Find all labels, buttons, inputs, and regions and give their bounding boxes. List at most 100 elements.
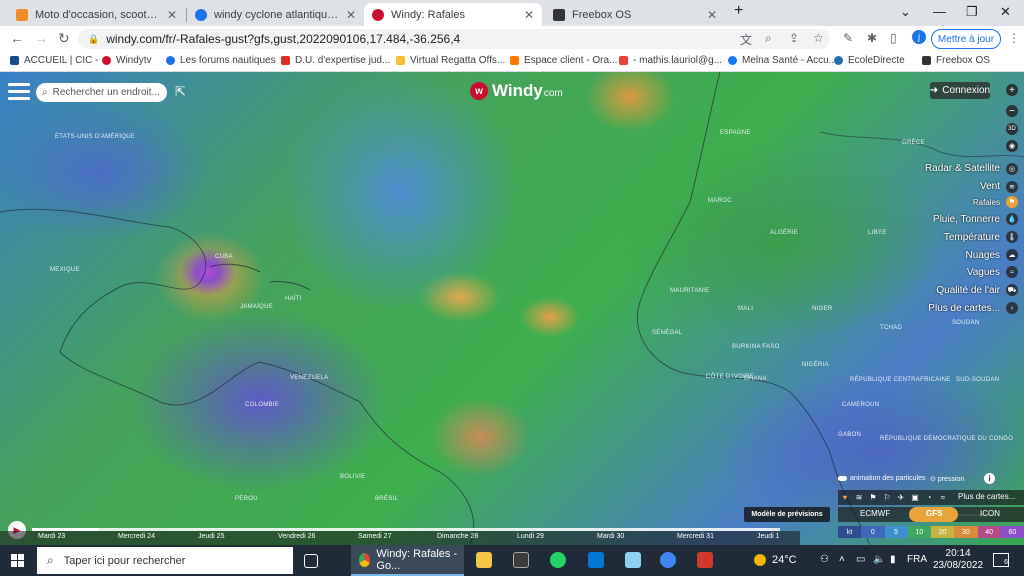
chevron-right-icon[interactable]: › [1006, 302, 1018, 314]
bookmark-windytv[interactable]: Windytv [102, 55, 152, 66]
car-icon[interactable]: ⛟ [1006, 284, 1018, 296]
thermometer-icon[interactable]: 🌡 [1006, 231, 1018, 243]
volume-muted-icon[interactable]: 🔈 [873, 554, 885, 565]
mail-icon[interactable] [588, 552, 604, 568]
timeline-day[interactable]: Samedi 27 [358, 533, 391, 540]
windy-map[interactable]: ÉTATS-UNIS D'AMÉRIQUE MEXIQUE CUBA HAÏTI… [0, 72, 1024, 545]
weather-widget[interactable]: 24°C [754, 554, 797, 566]
taskbar-search-input[interactable]: ⌕ Taper ici pour rechercher [37, 547, 293, 574]
side-panel-icon[interactable]: ▯ [890, 31, 897, 45]
task-view-icon[interactable] [304, 554, 318, 568]
zoom-out-button[interactable]: − [1006, 105, 1018, 117]
layer-wind[interactable]: Vent [980, 181, 1000, 192]
layer-radar-satellite[interactable]: Radar & Satellite [925, 163, 1000, 174]
layer-waves[interactable]: Vagues [967, 267, 1000, 278]
cloud-icon[interactable]: ☁ [1006, 249, 1018, 261]
layer-temperature[interactable]: Température [944, 232, 1000, 243]
layer-gusts[interactable]: Rafales [973, 198, 1000, 207]
restore-button[interactable]: ❐ [966, 4, 978, 20]
hamburger-menu-icon[interactable] [8, 83, 30, 101]
gust-color-scale[interactable]: kt 0 5 10 20 30 40 60 [838, 526, 1024, 538]
radio-icon[interactable]: ◔ [922, 493, 936, 502]
bookmark-freebox[interactable]: Freebox OS [922, 55, 990, 66]
taskbar-chrome-app[interactable]: Windy: Rafales - Go... [351, 545, 464, 576]
layer-more-maps[interactable]: Plus de cartes... [928, 303, 1000, 314]
keyboard-language[interactable]: FRA [907, 554, 927, 565]
new-tab-button[interactable]: + [734, 2, 743, 20]
timeline-day[interactable]: Mardi 23 [38, 533, 65, 540]
wave-icon[interactable]: ≈ [936, 493, 950, 502]
model-icon[interactable]: ICON [980, 509, 1000, 518]
model-ecmwf[interactable]: ECMWF [860, 509, 890, 518]
webcam-icon[interactable]: ▣ [908, 493, 922, 502]
pen-extension-icon[interactable]: ✎ [843, 31, 853, 45]
raindrop-icon[interactable]: 💧 [1006, 213, 1018, 225]
chevron-up-icon[interactable]: ˄ [839, 554, 845, 565]
tab-windy-rafales[interactable]: Windy: Rafales ✕ [364, 3, 542, 26]
paint-app-icon[interactable] [513, 552, 529, 568]
profile-avatar[interactable]: j [912, 30, 926, 44]
close-tab-icon[interactable]: ✕ [524, 8, 534, 22]
layer-air-quality[interactable]: Qualité de l'air [936, 285, 1000, 296]
tab-moto[interactable]: Moto d'occasion, scooter, quad e ✕ [8, 3, 185, 26]
windy-logo[interactable]: w Windy com [470, 81, 563, 101]
bookmark-du-expertise[interactable]: D.U. d'expertise jud... [281, 55, 390, 66]
timeline-day[interactable]: Mercredi 24 [118, 533, 155, 540]
close-tab-icon[interactable]: ✕ [167, 8, 177, 22]
battery-icon[interactable]: ▮ [890, 554, 896, 565]
store-icon[interactable] [625, 552, 641, 568]
login-button[interactable]: ➜ Connexion [930, 82, 990, 99]
forward-button[interactable]: → [34, 30, 48, 46]
extensions-puzzle-icon[interactable]: ✱ [867, 31, 877, 45]
minimize-button[interactable]: — [933, 4, 946, 19]
system-clock[interactable]: 20:14 23/08/2022 [933, 548, 983, 572]
timeline-day[interactable]: Vendredi 26 [278, 533, 315, 540]
timeline-day[interactable]: Lundi 29 [517, 533, 544, 540]
back-button[interactable]: ← [10, 30, 24, 46]
whatsapp-icon[interactable] [550, 552, 566, 568]
bookmark-gmail[interactable]: - mathis.lauriol@g... [619, 55, 722, 66]
airplane-icon[interactable]: ✈ [894, 493, 908, 502]
bookmark-melna[interactable]: Melna Santé - Accu... [728, 55, 837, 66]
close-window-button[interactable]: ✕ [1000, 4, 1011, 20]
chrome-app-icon[interactable] [660, 552, 676, 568]
file-explorer-icon[interactable] [476, 552, 492, 568]
bookmark-virtual-regatta[interactable]: Virtual Regatta Offs... [396, 55, 505, 66]
bookmark-ecoledirecte[interactable]: EcoleDirecte [834, 55, 905, 66]
flag-icon[interactable]: ⚑ [866, 493, 880, 502]
flag-icon[interactable]: ⚐ [880, 493, 894, 502]
timeline-day[interactable]: Mercredi 31 [677, 533, 714, 540]
favorite-heart-icon[interactable]: ♥ [838, 493, 852, 502]
timeline-day[interactable]: Mardi 30 [597, 533, 624, 540]
tab-search-button[interactable]: ⌄ [900, 4, 911, 20]
media-app-icon[interactable] [697, 552, 713, 568]
timeline-day[interactable]: Jeudi 1 [757, 533, 780, 540]
wind-icon[interactable]: ≋ [1006, 181, 1018, 193]
people-icon[interactable]: ⚇ [820, 554, 829, 565]
tab-freebox[interactable]: Freebox OS ✕ [545, 3, 725, 26]
address-bar[interactable]: 🔒 windy.com/fr/-Rafales-gust?gfs,gust,20… [78, 29, 830, 49]
zoom-in-button[interactable]: + [1006, 84, 1018, 96]
close-tab-icon[interactable]: ✕ [346, 8, 356, 22]
3d-button[interactable]: 3D [1006, 123, 1018, 135]
more-maps-link[interactable]: Plus de cartes... [958, 492, 1015, 501]
reload-button[interactable]: ↻ [58, 30, 70, 47]
update-button[interactable]: Mettre à jour [931, 29, 1001, 49]
share-map-icon[interactable]: ⇱ [175, 84, 186, 100]
particles-toggle[interactable]: animation des particules [838, 475, 926, 482]
notification-center-icon[interactable]: 6 [993, 553, 1009, 567]
model-gfs[interactable]: GFS [926, 509, 942, 518]
share-icon[interactable]: ⇪ [789, 31, 799, 45]
zoom-icon[interactable]: ⌕ [765, 31, 772, 46]
search-input[interactable]: ⌕ Rechercher un endroit... [36, 83, 167, 102]
pressure-toggle[interactable]: ⊙ pression [930, 475, 964, 483]
bookmark-star-icon[interactable]: ☆ [813, 31, 824, 45]
radar-icon[interactable]: ◎ [1006, 163, 1018, 175]
bookmark-forums[interactable]: Les forums nautiques [166, 55, 276, 66]
gust-flag-icon[interactable]: ⚑ [1006, 196, 1018, 208]
translate-icon[interactable]: 文 [740, 31, 752, 48]
locate-icon[interactable]: ◉ [1006, 140, 1018, 152]
bookmark-cic[interactable]: ACCUEIL | CIC - [10, 55, 98, 66]
timeline-day[interactable]: Jeudi 25 [198, 533, 224, 540]
layer-clouds[interactable]: Nuages [966, 250, 1000, 261]
